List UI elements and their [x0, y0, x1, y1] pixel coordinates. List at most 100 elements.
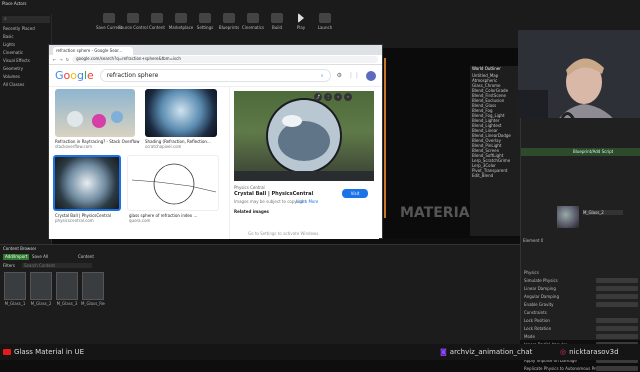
material-slot-dropdown[interactable]: M_Glass_2	[583, 210, 623, 215]
share-icon[interactable]: ⤴	[314, 93, 322, 101]
detail-row: Angular Damping	[521, 292, 640, 300]
toolbar-button-8[interactable]: Play	[292, 12, 310, 30]
related-images-heading: Related images	[234, 209, 269, 214]
detail-row: Replicate Physics to Autonomous Proxy	[521, 364, 640, 372]
material-label: MATERIAL	[400, 205, 479, 221]
toolbar-icon	[151, 12, 163, 23]
url-input[interactable]: google.com/search?q=refraction+sphere&tb…	[72, 56, 378, 63]
detail-key: Physics	[524, 269, 539, 275]
search-icon[interactable]: ⌕	[321, 73, 324, 79]
avatar[interactable]	[366, 70, 376, 81]
outliner-row[interactable]: Edit_Blend	[470, 173, 520, 178]
filters-button[interactable]: Filters	[3, 263, 15, 268]
detail-key: Replicate Physics to Autonomous Proxy	[524, 365, 596, 371]
toolbar-label: Build	[271, 24, 283, 30]
asset-thumbnail[interactable]	[30, 272, 52, 300]
detail-value-field[interactable]	[596, 285, 638, 291]
detail-key: Simulate Physics	[524, 277, 558, 283]
preview-title[interactable]: Crystal Ball | PhysicsCentral	[234, 191, 313, 197]
detail-value-field[interactable]	[596, 317, 638, 323]
toolbar-button-1[interactable]: Source Control	[118, 12, 148, 30]
detail-value-field[interactable]	[596, 301, 638, 307]
asset-thumbnail[interactable]	[82, 272, 104, 300]
more-icon[interactable]: ⋮	[324, 93, 332, 101]
save-all-button[interactable]: Save All	[32, 254, 48, 259]
asset-thumbnail[interactable]	[56, 272, 78, 300]
google-logo[interactable]: Google	[55, 69, 94, 82]
detail-value-field[interactable]	[596, 365, 638, 371]
chrome-window: refraction sphere - Google Sear... ← → ↻…	[48, 44, 383, 239]
next-icon[interactable]: ›	[344, 93, 352, 101]
detail-row: Physics	[521, 268, 640, 276]
material-thumbnail[interactable]	[557, 206, 579, 228]
add-blueprint-bar[interactable]: Blueprint/Add Script	[521, 148, 640, 156]
toolbar-button-0[interactable]: Save Current	[96, 12, 122, 30]
category-item[interactable]: Basic	[0, 34, 52, 42]
asset-label: M_Glass_1	[4, 301, 26, 306]
detail-value-field[interactable]	[596, 333, 638, 339]
toolbar-label: Settings	[196, 24, 214, 30]
category-list: Recently Placed Basic Lights Cinematic Visua…	[0, 26, 52, 90]
category-item[interactable]: All Classes	[0, 82, 52, 90]
asset-thumbnail[interactable]	[4, 272, 26, 300]
detail-row: Simulate Physics	[521, 276, 640, 284]
detail-value-field[interactable]	[596, 277, 638, 283]
toolbar-button-9[interactable]: Launch	[316, 12, 334, 30]
content-browser-title: Content Browser	[3, 246, 37, 251]
tab-refraction-sphere[interactable]: refraction sphere - Google Sear...	[53, 47, 133, 55]
tab-strip: refraction sphere - Google Sear...	[49, 45, 382, 55]
toolbar-button-5[interactable]: Blueprints	[219, 12, 239, 30]
preview-image[interactable]	[234, 91, 374, 181]
visit-button[interactable]: Visit	[342, 189, 368, 198]
category-item[interactable]: Visual Effects	[0, 58, 52, 66]
instagram-icon: ◎	[560, 348, 567, 356]
detail-value-field[interactable]	[596, 293, 638, 299]
youtube-icon	[3, 349, 11, 355]
window-title: Place Actors	[2, 1, 27, 6]
prev-icon[interactable]: ‹	[334, 93, 342, 101]
search-input[interactable]: refraction sphere ⌕	[99, 69, 331, 82]
search-classes-input[interactable]: ⌕	[2, 16, 50, 23]
result-thumb-1[interactable]	[55, 89, 135, 137]
toolbar-label: Marketplace	[168, 24, 194, 30]
category-item[interactable]: Lights	[0, 42, 52, 50]
result-thumb-2[interactable]	[145, 89, 217, 137]
toolbar-button-2[interactable]: Content	[148, 12, 166, 30]
toolbar-button-7[interactable]: Build	[268, 12, 286, 30]
stream-overlay-bar: Glass Material in UE ◙ archviz_animation…	[0, 344, 640, 360]
back-icon[interactable]: ←	[53, 57, 56, 62]
toolbar-icon	[199, 12, 211, 23]
activate-windows-watermark: Go to Settings to activate Windows.	[248, 231, 320, 236]
result-thumb-4[interactable]	[127, 155, 219, 211]
forward-icon[interactable]: →	[59, 57, 62, 62]
result-thumb-3-selected[interactable]	[53, 155, 121, 211]
toolbar-icon	[298, 12, 304, 23]
category-item[interactable]: Recently Placed	[0, 26, 52, 34]
learn-more-link[interactable]: Learn More	[296, 199, 318, 204]
chat-block: ◙ archviz_animation_chat	[440, 348, 532, 356]
search-content-input[interactable]: Search Content	[22, 263, 92, 268]
category-item[interactable]: Volumes	[0, 74, 52, 82]
detail-key: Mode	[524, 333, 535, 339]
add-import-button[interactable]: Add/Import	[3, 254, 29, 260]
content-browser: Content Browser Add/Import Save All Cont…	[0, 244, 520, 344]
toolbar-label: Content	[149, 24, 165, 30]
apps-icon[interactable]: ⋮⋮	[348, 72, 360, 79]
result-source-2: scratchapixel.com	[145, 144, 182, 149]
preview-controls: ⤴ ⋮ ‹ ›	[314, 93, 352, 101]
image-preview-panel: ⤴ ⋮ ‹ › Physics Central Crystal Ball | P…	[229, 87, 379, 239]
toolbar-button-3[interactable]: Marketplace	[169, 12, 193, 30]
detail-value-field[interactable]	[596, 325, 638, 331]
reload-icon[interactable]: ↻	[66, 57, 69, 62]
details-panel: Blueprint/Add Script M_Glass_2 Element 0…	[520, 118, 640, 371]
toolbar-button-6[interactable]: Cinematics	[242, 12, 264, 30]
category-item[interactable]: Cinematic	[0, 50, 52, 58]
toolbar-icon	[271, 12, 283, 23]
toolbar-button-4[interactable]: Settings	[196, 12, 214, 30]
settings-icon[interactable]: ⚙	[337, 72, 342, 79]
toolbar-icon	[103, 12, 115, 23]
google-header: Google refraction sphere ⌕ ⚙ ⋮⋮	[49, 65, 382, 87]
category-item[interactable]: Geometry	[0, 66, 52, 74]
stream-title: Glass Material in UE	[14, 348, 84, 356]
content-path[interactable]: Content	[78, 254, 94, 259]
